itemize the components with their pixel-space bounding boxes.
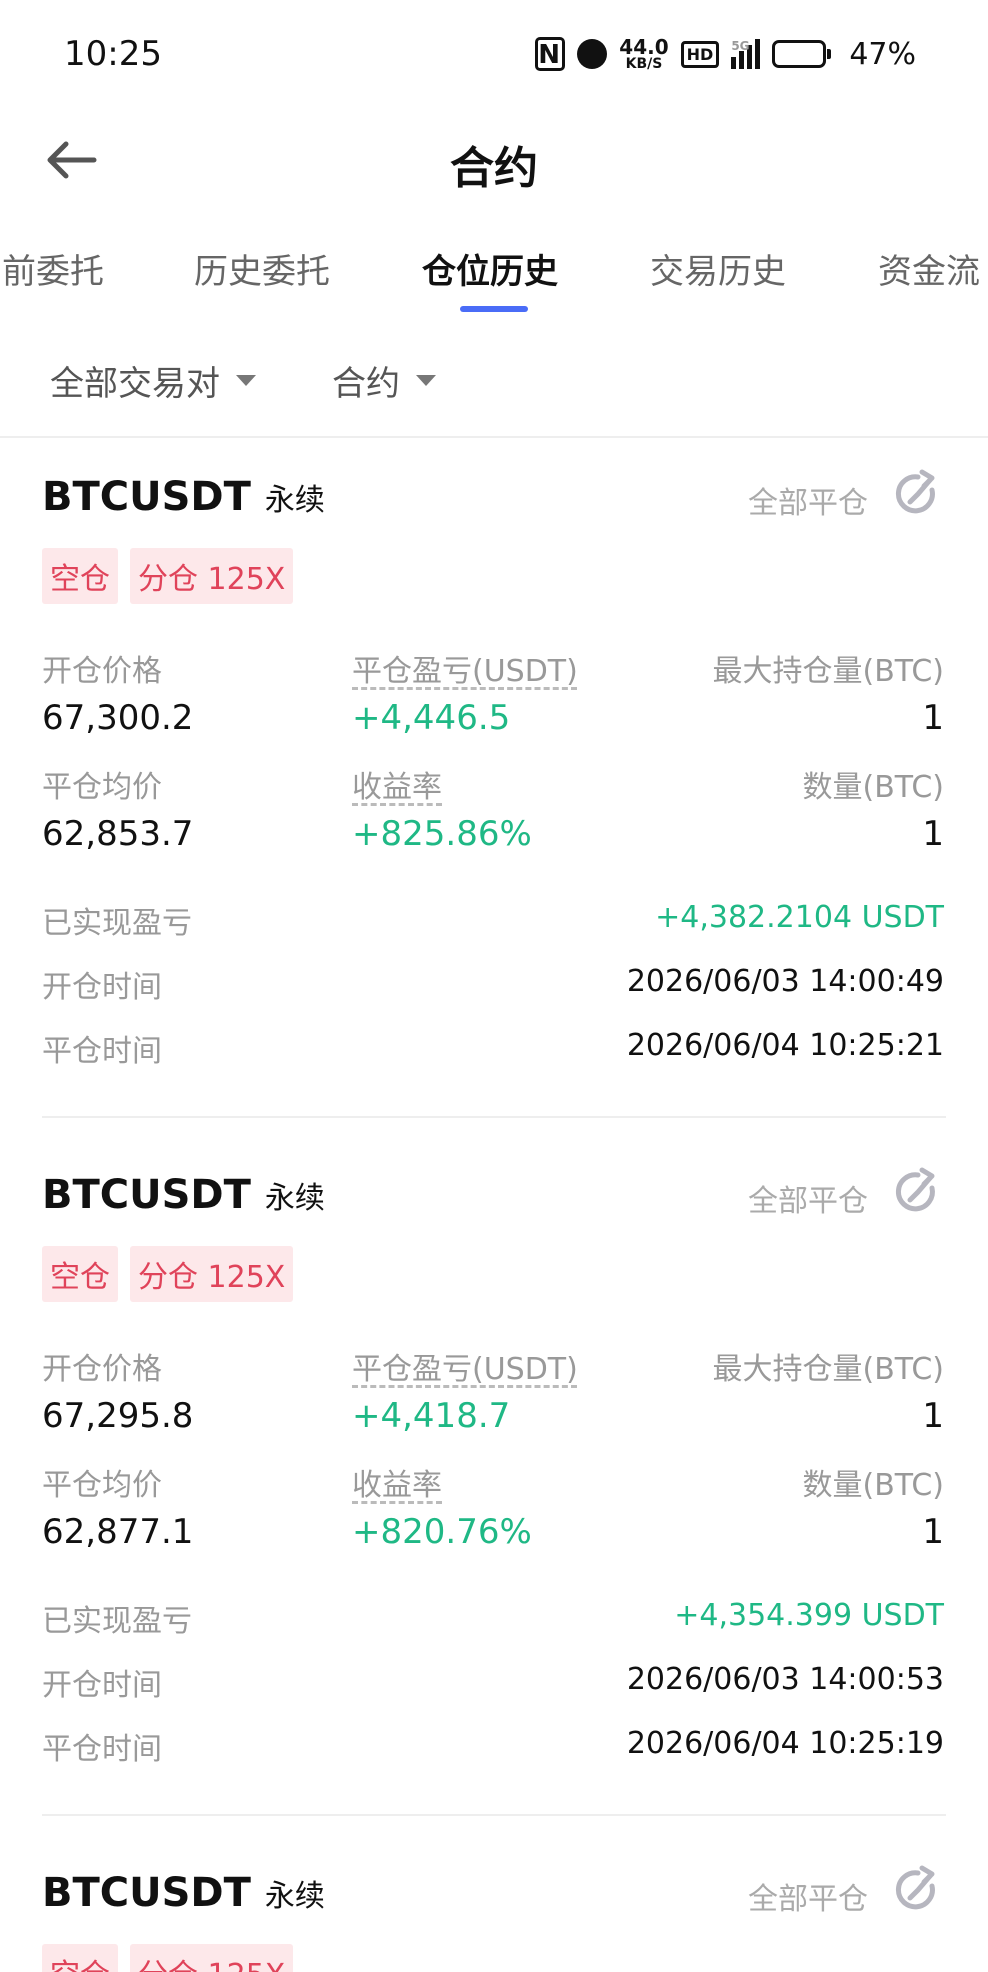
margin-badge: 分仓 125X — [130, 1246, 294, 1302]
network-speed-value: 44.0 — [619, 35, 669, 59]
max-position-value: 1 — [922, 698, 944, 738]
max-position-label: 最大持仓量(BTC) — [712, 1352, 944, 1387]
close-pnl-value: +4,418.7 — [352, 1396, 511, 1436]
position-symbol: BTCUSDT 永续 — [42, 474, 325, 520]
realized-pnl-value: +4,354.399 USDT — [674, 1598, 944, 1633]
margin-badge: 分仓 125X — [130, 1944, 294, 1972]
return-rate-label[interactable]: 收益率 — [352, 762, 442, 806]
nav-header: 合约 — [0, 110, 988, 210]
chevron-down-icon — [236, 375, 256, 386]
card-divider — [42, 1814, 946, 1816]
hd-icon: HD — [680, 40, 720, 68]
contract-type: 永续 — [264, 1181, 325, 1216]
open-time-label: 开仓时间 — [42, 1668, 162, 1703]
return-rate-label[interactable]: 收益率 — [352, 1460, 442, 1504]
status-icons: N 44.0 KB/S HD 5G 47% — [535, 34, 916, 74]
close-pnl-label[interactable]: 平仓盈亏(USDT) — [352, 1344, 578, 1388]
side-badge: 空仓 — [42, 1944, 118, 1972]
side-badge: 空仓 — [42, 1246, 118, 1302]
symbol-pair: BTCUSDT — [42, 474, 251, 520]
share-icon[interactable] — [892, 1166, 944, 1218]
position-badges: 空仓 分仓 125X — [42, 1246, 294, 1302]
close-all-button[interactable]: 全部平仓 — [748, 478, 868, 522]
status-time: 10:25 — [64, 34, 162, 74]
network-speed-unit: KB/S — [625, 56, 663, 72]
share-icon[interactable] — [892, 468, 944, 520]
margin-badge: 分仓 125X — [130, 548, 294, 604]
symbol-pair: BTCUSDT — [42, 1172, 251, 1218]
quantity-value: 1 — [922, 814, 944, 854]
realized-pnl-label: 已实现盈亏 — [42, 1604, 192, 1639]
close-avg-price-label: 平仓均价 — [42, 1468, 162, 1503]
nfc-icon: N — [535, 37, 566, 71]
open-time-label: 开仓时间 — [42, 970, 162, 1005]
open-price-label: 开仓价格 — [42, 654, 162, 689]
position-badges: 空仓 分仓 125X — [42, 1944, 294, 1972]
close-pnl-label[interactable]: 平仓盈亏(USDT) — [352, 646, 578, 690]
symbol-pair: BTCUSDT — [42, 1870, 251, 1916]
type-filter-label: 合约 — [332, 364, 400, 404]
position-symbol: BTCUSDT 永续 — [42, 1870, 325, 1916]
close-avg-price-label: 平仓均价 — [42, 770, 162, 805]
contract-type: 永续 — [264, 1879, 325, 1914]
close-avg-price-value: 62,877.1 — [42, 1512, 194, 1552]
max-position-value: 1 — [922, 1396, 944, 1436]
status-bar: 10:25 N 44.0 KB/S HD 5G 47% — [0, 0, 988, 110]
close-avg-price-value: 62,853.7 — [42, 814, 194, 854]
open-price-value: 67,300.2 — [42, 698, 194, 738]
network-speed: 44.0 KB/S — [619, 37, 668, 71]
open-price-value: 67,295.8 — [42, 1396, 194, 1436]
pair-filter-label: 全部交易对 — [50, 364, 220, 404]
close-all-button[interactable]: 全部平仓 — [748, 1874, 868, 1918]
realized-pnl-label: 已实现盈亏 — [42, 906, 192, 941]
divider — [0, 436, 988, 438]
signal-icon: 5G — [731, 39, 761, 69]
pair-filter-dropdown[interactable]: 全部交易对 — [50, 356, 256, 405]
return-rate-value: +825.86% — [352, 814, 532, 854]
tab-position-history[interactable]: 仓位历史 — [422, 244, 558, 293]
page-title: 合约 — [450, 143, 538, 194]
share-icon[interactable] — [892, 1864, 944, 1916]
quantity-label: 数量(BTC) — [802, 1468, 944, 1503]
tab-fund-flow[interactable]: 资金流 — [878, 244, 980, 293]
position-badges: 空仓 分仓 125X — [42, 548, 294, 604]
close-all-button[interactable]: 全部平仓 — [748, 1176, 868, 1220]
realized-pnl-value: +4,382.2104 USDT — [655, 900, 944, 935]
close-time-value: 2026/06/04 10:25:19 — [626, 1726, 944, 1761]
open-time-value: 2026/06/03 14:00:53 — [626, 1662, 944, 1697]
return-rate-value: +820.76% — [352, 1512, 532, 1552]
battery-percent: 47% — [849, 36, 916, 72]
max-position-label: 最大持仓量(BTC) — [712, 654, 944, 689]
alarm-icon — [577, 39, 608, 69]
contract-type: 永续 — [264, 483, 325, 518]
filter-bar: 全部交易对 合约 — [0, 340, 988, 436]
card-divider — [42, 1116, 946, 1118]
active-tab-indicator — [460, 306, 528, 312]
type-filter-dropdown[interactable]: 合约 — [332, 356, 436, 405]
open-price-label: 开仓价格 — [42, 1352, 162, 1387]
battery-icon — [772, 40, 832, 68]
close-time-value: 2026/06/04 10:25:21 — [626, 1028, 944, 1063]
tab-current-orders[interactable]: 前委托 — [2, 244, 104, 293]
close-pnl-value: +4,446.5 — [352, 698, 511, 738]
tab-bar: 前委托 历史委托 仓位历史 交易历史 资金流 — [0, 236, 988, 316]
quantity-label: 数量(BTC) — [802, 770, 944, 805]
tab-order-history[interactable]: 历史委托 — [194, 244, 330, 293]
quantity-value: 1 — [922, 1512, 944, 1552]
tab-trade-history[interactable]: 交易历史 — [650, 244, 786, 293]
position-symbol: BTCUSDT 永续 — [42, 1172, 325, 1218]
close-time-label: 平仓时间 — [42, 1034, 162, 1069]
side-badge: 空仓 — [42, 548, 118, 604]
close-time-label: 平仓时间 — [42, 1732, 162, 1767]
network-type-label: 5G — [731, 39, 750, 53]
open-time-value: 2026/06/03 14:00:49 — [626, 964, 944, 999]
contract-history-screen: 10:25 N 44.0 KB/S HD 5G 47% 合约 前委托 历史委托 … — [0, 0, 988, 1972]
chevron-down-icon — [416, 375, 436, 386]
